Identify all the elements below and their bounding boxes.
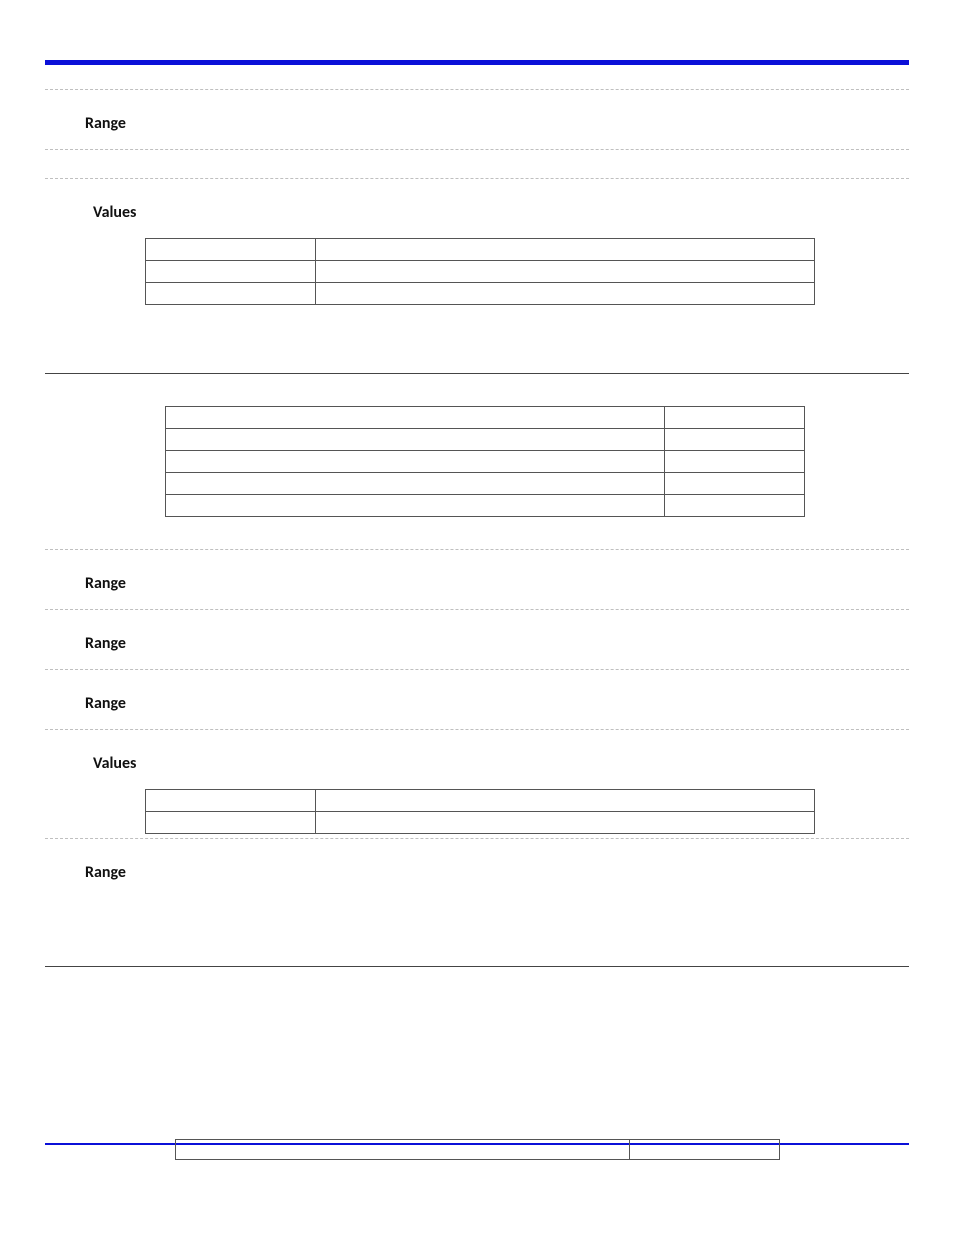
cell xyxy=(146,790,316,812)
footer-right-cell xyxy=(629,1140,779,1160)
table-row xyxy=(45,1140,909,1160)
table-row xyxy=(146,790,815,812)
cell xyxy=(316,283,815,305)
values-table-2 xyxy=(145,789,815,834)
table-row xyxy=(146,261,815,283)
divider xyxy=(45,549,909,550)
divider xyxy=(45,729,909,730)
cell xyxy=(146,283,316,305)
section-divider xyxy=(45,966,909,967)
range-label-2: Range xyxy=(85,574,909,593)
table-row xyxy=(166,429,805,451)
table-row xyxy=(146,283,815,305)
table-row xyxy=(146,239,815,261)
range-label-5: Range xyxy=(85,863,909,882)
cell xyxy=(166,407,665,429)
cell xyxy=(665,495,805,517)
header-rule xyxy=(45,60,909,65)
cell xyxy=(316,261,815,283)
cell xyxy=(665,407,805,429)
cell xyxy=(166,429,665,451)
cell xyxy=(665,451,805,473)
type-table xyxy=(165,406,805,517)
divider xyxy=(45,89,909,90)
range-label-4: Range xyxy=(85,694,909,713)
table-row xyxy=(146,812,815,834)
section-divider xyxy=(45,373,909,374)
values-table-1 xyxy=(145,238,815,305)
footer xyxy=(45,1139,909,1160)
cell xyxy=(146,261,316,283)
range-label-3: Range xyxy=(85,634,909,653)
values-label-2: Values xyxy=(93,754,909,773)
table-row xyxy=(166,407,805,429)
cell xyxy=(665,473,805,495)
table-row xyxy=(166,473,805,495)
range-label-1: Range xyxy=(85,114,909,133)
cell xyxy=(146,812,316,834)
page: Range Values xyxy=(0,0,954,1235)
footer-table xyxy=(45,1139,909,1160)
cell xyxy=(166,473,665,495)
values-label-1: Values xyxy=(93,203,909,222)
table-row xyxy=(166,451,805,473)
cell xyxy=(166,495,665,517)
cell xyxy=(146,239,316,261)
cell xyxy=(665,429,805,451)
cell xyxy=(316,812,815,834)
footer-gap xyxy=(779,1140,909,1160)
divider xyxy=(45,669,909,670)
table-row xyxy=(166,495,805,517)
divider xyxy=(45,178,909,179)
cell xyxy=(166,451,665,473)
cell xyxy=(316,239,815,261)
cell xyxy=(316,790,815,812)
divider xyxy=(45,838,909,839)
footer-gap xyxy=(45,1140,175,1160)
footer-center-cell xyxy=(175,1140,629,1160)
divider xyxy=(45,609,909,610)
